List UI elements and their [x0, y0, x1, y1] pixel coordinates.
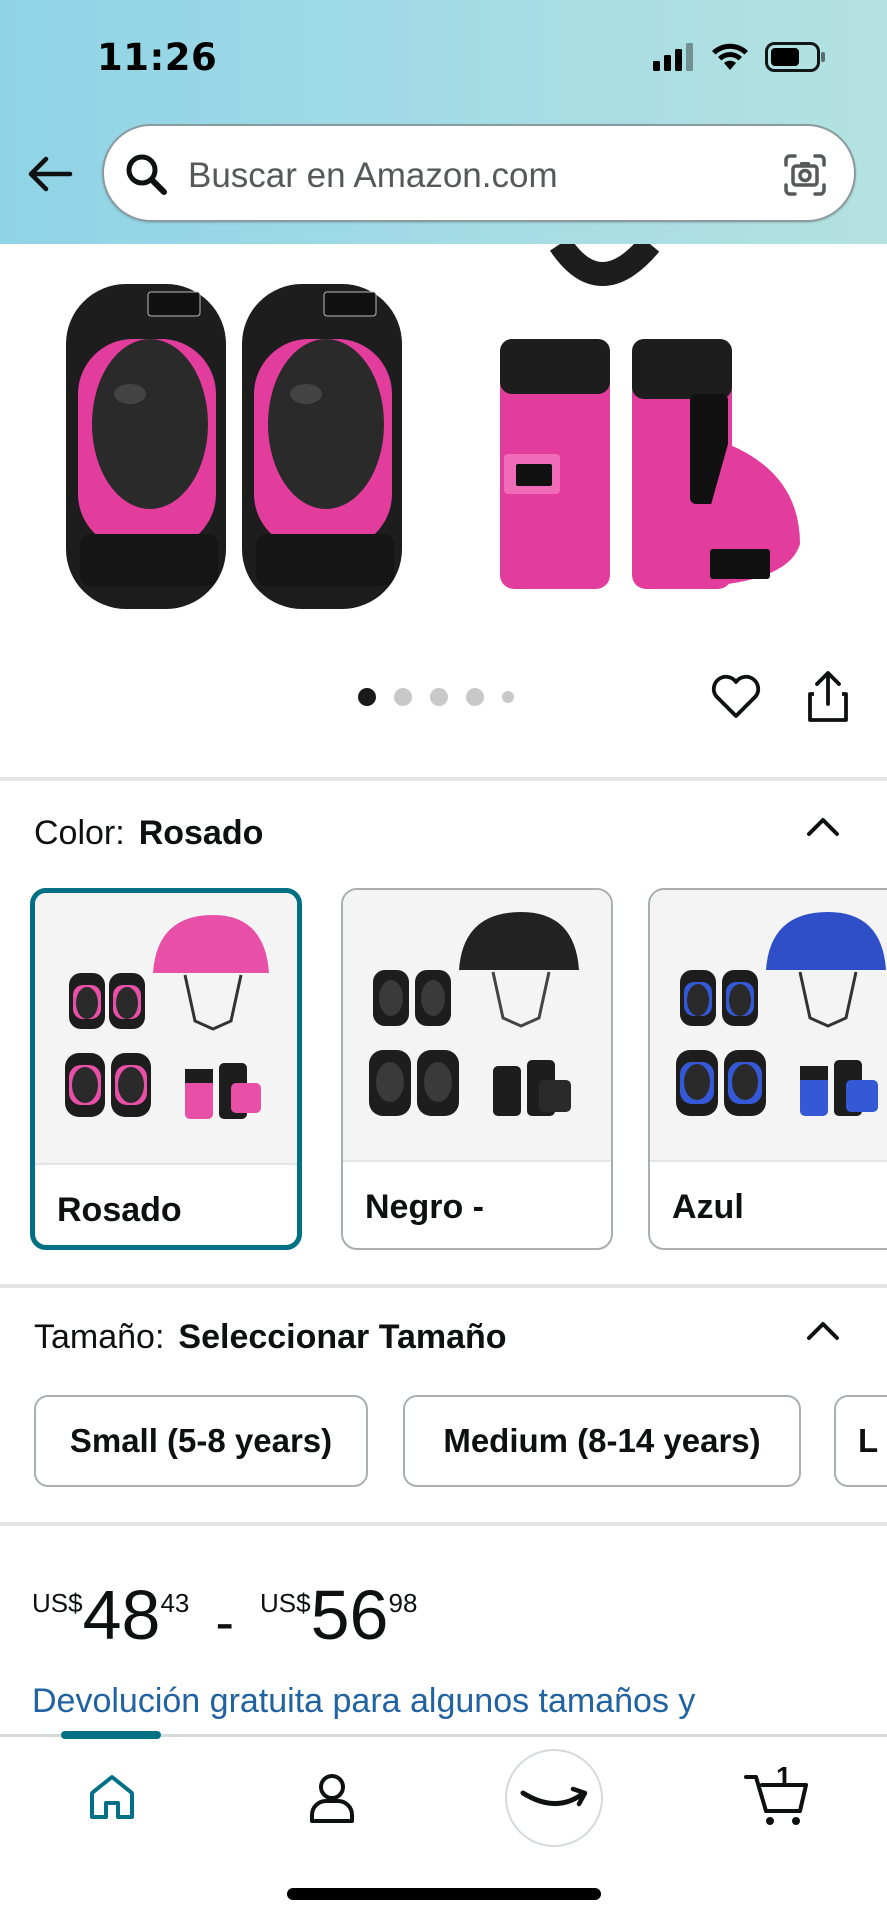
price-fraction: 98 [388, 1588, 418, 1618]
cart-count-badge: 1 [776, 1761, 792, 1792]
carousel-dot [430, 688, 448, 706]
search-input[interactable]: Buscar en Amazon.com [188, 156, 558, 196]
color-option-rosado[interactable]: Rosado [30, 888, 302, 1250]
top-header: 11:26 Buscar en Amazon.com [0, 0, 887, 244]
status-icons [653, 42, 827, 72]
size-selected-value: Seleccionar Tamaño [178, 1318, 507, 1356]
search-bar[interactable]: Buscar en Amazon.com [102, 124, 856, 222]
amazon-menu-button[interactable] [505, 1749, 603, 1847]
free-returns-link[interactable]: Devolución gratuita para algunos tamaños… [32, 1682, 695, 1721]
color-heading: Color: Rosado [34, 814, 263, 853]
size-option-medium[interactable]: Medium (8-14 years) [403, 1395, 801, 1487]
color-option-negro[interactable]: Negro - [341, 888, 613, 1250]
active-tab-indicator [61, 1731, 161, 1739]
price-fraction: 43 [160, 1588, 190, 1618]
price-currency: US$ [32, 1588, 83, 1618]
back-arrow-icon[interactable] [26, 150, 74, 198]
color-option-image [650, 890, 887, 1162]
color-label: Color: [34, 814, 125, 852]
camera-search-icon[interactable] [782, 152, 828, 198]
size-label: Tamaño: [34, 1318, 165, 1356]
price-currency: US$ [260, 1588, 311, 1618]
wishlist-heart-icon[interactable] [710, 670, 762, 722]
battery-icon [765, 42, 825, 72]
helmet-set-image [369, 912, 579, 1116]
color-option-label: Azul [672, 1188, 744, 1226]
share-icon[interactable] [804, 670, 852, 724]
color-option-image [343, 890, 611, 1162]
color-option-label: Rosado [57, 1191, 182, 1229]
helmet-set-image [65, 915, 269, 1119]
color-option-label: Negro - [365, 1188, 484, 1226]
search-icon [126, 154, 167, 195]
price-separator: - [215, 1590, 235, 1653]
helmet-set-image [676, 912, 886, 1116]
price-whole: 56 [310, 1576, 389, 1654]
color-option-image [35, 893, 297, 1165]
section-divider [0, 1284, 887, 1288]
price-range: US$ 48 43 - US$ 56 98 [32, 1580, 417, 1650]
cellular-signal-icon [653, 43, 693, 71]
home-icon[interactable] [86, 1771, 138, 1823]
wifi-icon [712, 43, 748, 70]
collapse-color-chevron-up-icon[interactable] [803, 812, 843, 840]
account-icon[interactable] [306, 1769, 358, 1825]
carousel-page-indicator [358, 688, 514, 706]
color-option-azul[interactable]: Azul [648, 888, 887, 1250]
size-option-large[interactable]: L [834, 1395, 887, 1487]
section-divider [0, 1522, 887, 1526]
amazon-smile-icon [520, 1786, 588, 1807]
section-divider [0, 777, 887, 781]
home-indicator-bar [287, 1888, 601, 1900]
carousel-dot [358, 688, 376, 706]
carousel-dot [502, 691, 514, 703]
status-time: 11:26 [97, 36, 218, 79]
price-whole: 48 [82, 1576, 161, 1654]
collapse-size-chevron-up-icon[interactable] [803, 1316, 843, 1344]
cart-button[interactable]: 1 [742, 1761, 812, 1829]
size-heading: Tamaño: Seleccionar Tamaño [34, 1318, 507, 1357]
carousel-dot [466, 688, 484, 706]
carousel-dot [394, 688, 412, 706]
size-option-small[interactable]: Small (5-8 years) [34, 1395, 368, 1487]
color-selected-value: Rosado [138, 814, 264, 852]
